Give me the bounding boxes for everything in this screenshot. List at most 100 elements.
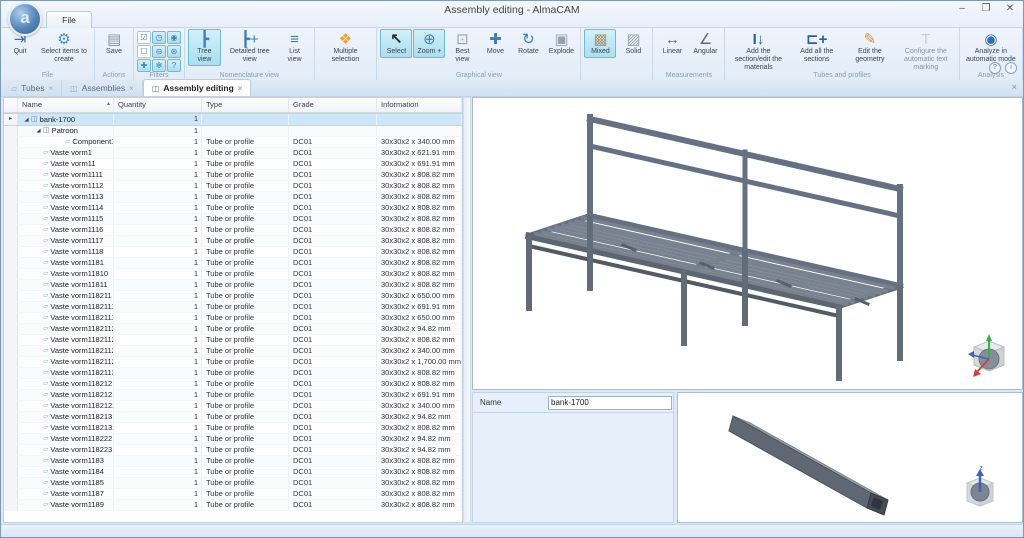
tab-close-icon[interactable]: × — [238, 84, 243, 93]
rotate-button[interactable]: ↻Rotate — [512, 29, 544, 58]
add-all-sections-button[interactable]: ⊏+Add all the sections — [789, 29, 844, 66]
information-cell: 30x30x2 x 808.82 mm — [377, 247, 462, 257]
select-items-button[interactable]: ⚙Select items to create — [37, 29, 91, 66]
table-row-vaste-vorm1111[interactable]: ▱Vaste vorm11111Tube or profileDC0130x30… — [4, 170, 462, 181]
angular-button[interactable]: ∠Angular — [689, 29, 721, 58]
table-row-vaste-vorm118213[interactable]: ▱Vaste vorm1182131Tube or profileDC0130x… — [4, 412, 462, 423]
table-scrollbar[interactable] — [463, 97, 471, 523]
table-row-vaste-vorm1182111[interactable]: ▱Vaste vorm11821111Tube or profileDC0130… — [4, 302, 462, 313]
filter-target-button[interactable]: ◉ — [167, 31, 181, 44]
table-row-vaste-vorm1116[interactable]: ▱Vaste vorm11161Tube or profileDC0130x30… — [4, 225, 462, 236]
filter-sphere-button[interactable]: ⊛ — [167, 45, 181, 58]
select-button[interactable]: ↖Select — [380, 29, 412, 58]
best-view-button[interactable]: ⊡Best view — [446, 29, 478, 66]
table-row-vaste-vorm11[interactable]: ▱Vaste vorm111Tube or profileDC0130x30x2… — [4, 159, 462, 170]
column-header-information[interactable]: Information — [377, 98, 462, 112]
table-row-vaste-vorm11811[interactable]: ▱Vaste vorm118111Tube or profileDC0130x3… — [4, 280, 462, 291]
multiple-selection-button[interactable]: ❖Multiple selection — [318, 29, 374, 66]
filter-unchecked-button[interactable]: ☐ — [137, 45, 151, 58]
table-row-vaste-vorm1181[interactable]: ▱Vaste vorm11811Tube or profileDC0130x30… — [4, 258, 462, 269]
info-icon[interactable]: i — [1005, 62, 1017, 74]
detailed-tree-view-button[interactable]: ┣+Detailed tree view — [222, 29, 278, 66]
save-button[interactable]: ▤Save — [98, 29, 130, 58]
table-row-vaste-vorm1113[interactable]: ▱Vaste vorm11131Tube or profileDC0130x30… — [4, 192, 462, 203]
file-menu-tab[interactable]: File — [46, 11, 92, 28]
edit-geometry-button[interactable]: ✎Edit the geometry — [845, 29, 895, 66]
assembly-name-input[interactable] — [548, 396, 672, 410]
app-logo[interactable]: a — [8, 2, 42, 36]
table-row-vaste-vorm11810[interactable]: ▱Vaste vorm118101Tube or profileDC0130x3… — [4, 269, 462, 280]
document-area-close-icon[interactable]: × — [1012, 82, 1017, 92]
table-row-vaste-vorm118223[interactable]: ▱Vaste vorm1182231Tube or profileDC0130x… — [4, 445, 462, 456]
list-view-button[interactable]: ≡List view — [279, 29, 311, 66]
column-header-grade[interactable]: Grade — [289, 98, 377, 112]
table-row-vaste-vorm11821124[interactable]: ▱Vaste vorm118211241Tube or profileDC013… — [4, 357, 462, 368]
zoom-button[interactable]: ⊕Zoom + — [413, 29, 445, 58]
table-row-vaste-vorm118222[interactable]: ▱Vaste vorm1182221Tube or profileDC0130x… — [4, 434, 462, 445]
solid-button[interactable]: ▨Solid — [617, 29, 649, 58]
table-row-vaste-vorm1114[interactable]: ▱Vaste vorm11141Tube or profileDC0130x30… — [4, 203, 462, 214]
minimize-button[interactable]: – — [955, 3, 969, 14]
table-row-vaste-vorm1[interactable]: ▱Vaste vorm11Tube or profileDC0130x30x2 … — [4, 148, 462, 159]
column-header-quantity[interactable]: Quantity — [114, 98, 202, 112]
linear-button[interactable]: ↔Linear — [656, 29, 688, 58]
tree-view-button[interactable]: ┣Tree view — [188, 29, 221, 66]
maximize-button[interactable]: ❐ — [979, 3, 993, 14]
expander-icon[interactable]: ◢ — [22, 115, 31, 125]
expander-icon[interactable]: ◢ — [34, 126, 43, 136]
analyze-button[interactable]: ◉Analyze in automatic mode — [963, 29, 1019, 66]
table-row-vaste-vorm1117[interactable]: ▱Vaste vorm11171Tube or profileDC0130x30… — [4, 236, 462, 247]
filter-clock-button[interactable]: ◷ — [152, 31, 166, 44]
explode-button[interactable]: ▣Explode — [545, 29, 577, 58]
tab-tubes[interactable]: ▱Tubes× — [3, 80, 62, 96]
table-row-vaste-vorm1183[interactable]: ▱Vaste vorm11831Tube or profileDC0130x30… — [4, 456, 462, 467]
table-row-vaste-vorm11821111[interactable]: ▱Vaste vorm118211111Tube or profileDC013… — [4, 313, 462, 324]
add-section-button[interactable]: I↓Add the section/edit the materials — [728, 29, 788, 74]
table-row-vaste-vorm1115[interactable]: ▱Vaste vorm11151Tube or profileDC0130x30… — [4, 214, 462, 225]
tab-close-icon[interactable]: × — [129, 84, 134, 93]
tab-assemblies[interactable]: ◫Assemblies× — [62, 80, 143, 96]
close-button[interactable]: ✕ — [1003, 3, 1017, 14]
configure-text-button[interactable]: TConfigure the automatic text marking — [896, 29, 956, 74]
table-row-vaste-vorm1182112[interactable]: ▱Vaste vorm11821121Tube or profileDC0130… — [4, 324, 462, 335]
column-header-name[interactable]: Name▴ — [18, 98, 114, 112]
name-cell: ▱Vaste vorm1182121 — [18, 390, 114, 400]
help-icon[interactable]: ? — [989, 62, 1001, 74]
tube-orientation-gizmo[interactable]: z — [960, 462, 1000, 514]
table-row-vaste-vorm1112[interactable]: ▱Vaste vorm11121Tube or profileDC0130x30… — [4, 181, 462, 192]
mixed-button[interactable]: ▩Mixed — [584, 29, 616, 58]
table-row-vaste-vorm118211[interactable]: ▱Vaste vorm1182111Tube or profileDC0130x… — [4, 291, 462, 302]
table-row-vaste-vorm1185[interactable]: ▱Vaste vorm11851Tube or profileDC0130x30… — [4, 478, 462, 489]
table-row-vaste-vorm118212[interactable]: ▱Vaste vorm1182121Tube or profileDC0130x… — [4, 379, 462, 390]
tube-3d-viewport[interactable]: z — [677, 392, 1023, 523]
filter-plus-button[interactable]: ✚ — [137, 59, 151, 72]
column-header-type[interactable]: Type — [202, 98, 289, 112]
table-row-vaste-vorm1182121[interactable]: ▱Vaste vorm11821211Tube or profileDC0130… — [4, 390, 462, 401]
quantity-cell: 1 — [114, 114, 202, 125]
filter-tube-button[interactable]: ⊖ — [152, 45, 166, 58]
assembly-3d-viewport[interactable] — [472, 97, 1023, 390]
table-row-vaste-vorm1184[interactable]: ▱Vaste vorm11841Tube or profileDC0130x30… — [4, 467, 462, 478]
table-row-vaste-vorm1189[interactable]: ▱Vaste vorm11891Tube or profileDC0130x30… — [4, 500, 462, 511]
table-row-vaste-vorm1182132[interactable]: ▱Vaste vorm11821321Tube or profileDC0130… — [4, 423, 462, 434]
table-row-vaste-vorm1118[interactable]: ▱Vaste vorm11181Tube or profileDC0130x30… — [4, 247, 462, 258]
row-gutter — [4, 159, 18, 169]
grade-cell: DC01 — [289, 302, 377, 312]
table-row-vaste-vorm11821123[interactable]: ▱Vaste vorm118211231Tube or profileDC013… — [4, 346, 462, 357]
filter-help-button[interactable]: ? — [167, 59, 181, 72]
move-button[interactable]: ✚Move — [479, 29, 511, 58]
select-label: Select — [387, 48, 406, 56]
filter-checked-button[interactable]: ☑ — [137, 31, 151, 44]
tab-close-icon[interactable]: × — [48, 84, 53, 93]
information-cell: 30x30x2 x 808.82 mm — [377, 423, 462, 433]
table-row-bank-1700[interactable]: ▸◢◫bank-17001 — [4, 113, 462, 126]
tab-assembly-editing[interactable]: ◫Assembly editing× — [143, 79, 252, 96]
table-row-vaste-vorm1182122[interactable]: ▱Vaste vorm11821221Tube or profileDC0130… — [4, 401, 462, 412]
filter-gear-button[interactable]: ✻ — [152, 59, 166, 72]
table-row-patroon[interactable]: ◢◫Patroon1 — [4, 126, 462, 137]
orientation-gizmo[interactable] — [966, 333, 1012, 383]
table-row-vaste-vorm11821122[interactable]: ▱Vaste vorm118211221Tube or profileDC013… — [4, 335, 462, 346]
table-row-vaste-vorm1182113[interactable]: ▱Vaste vorm11821131Tube or profileDC0130… — [4, 368, 462, 379]
table-row-vaste-vorm1187[interactable]: ▱Vaste vorm11871Tube or profileDC0130x30… — [4, 489, 462, 500]
table-row-component1[interactable]: ▱Component11Tube or profileDC0130x30x2 x… — [4, 137, 462, 148]
